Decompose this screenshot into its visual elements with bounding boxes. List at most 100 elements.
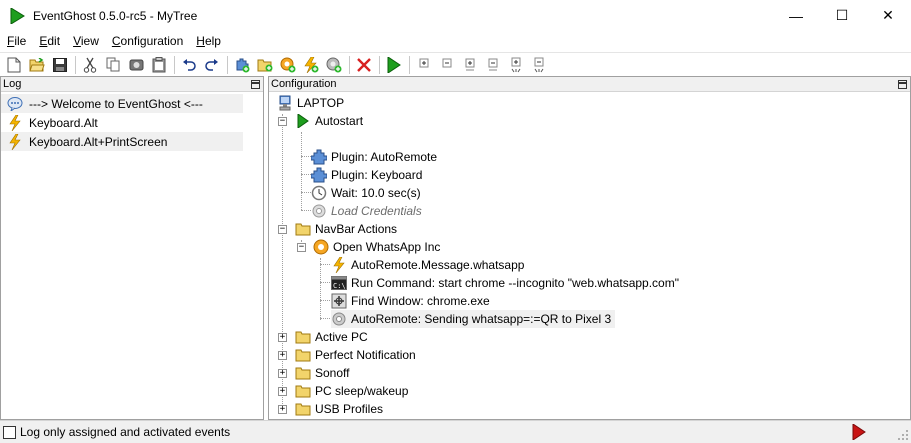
add-macro-button[interactable] [278,55,298,75]
folder-icon [295,365,311,381]
add-event-button[interactable] [301,55,321,75]
execute-button[interactable] [384,55,404,75]
add-plugin-button[interactable] [232,55,252,75]
menu-file[interactable]: File [0,34,32,48]
tree-item-autostart[interactable]: Autostart [295,112,363,130]
tree-line [301,192,311,193]
tree-line [301,132,302,210]
close-button[interactable]: ✕ [865,0,911,31]
tree-line [282,114,283,406]
expand-toggle[interactable]: + [278,369,287,378]
scissors-icon [83,57,97,73]
tree-item-active-pc[interactable]: Active PC [295,328,368,346]
tree-item-label: Perfect Notification [315,348,416,362]
configuration-panel: Configuration LAPTOP − Autostart Plugin:… [268,76,911,420]
collapse-toggle[interactable]: − [297,243,306,252]
add-folder-button[interactable] [255,55,275,75]
folder-icon [295,383,311,399]
expand-toggle[interactable]: + [278,333,287,342]
expand-toggle[interactable]: + [278,405,287,414]
expand-toggle[interactable]: + [278,387,287,396]
configuration-tree[interactable]: LAPTOP − Autostart Plugin: AutoRemote Pl… [269,92,910,418]
maximize-button[interactable]: ☐ [819,0,865,31]
python-button[interactable] [126,55,146,75]
computer-icon [277,95,293,111]
collapse-children-button[interactable] [483,55,503,75]
log-item[interactable]: ---> Welcome to EventGhost <--- [1,94,243,113]
tree-item-perfect-notification[interactable]: Perfect Notification [295,346,416,364]
title-bar[interactable]: EventGhost 0.5.0-rc5 - MyTree — ☐ ✕ [0,0,911,31]
macro-icon [313,239,329,255]
collapse-children-icon [488,58,498,70]
add-action-button[interactable] [324,55,344,75]
tree-item-open-whatsapp[interactable]: Open WhatsApp Inc [313,238,440,256]
play-icon [387,56,401,73]
log-item[interactable]: Keyboard.Alt+PrintScreen [1,132,243,151]
collapse-toggle[interactable]: − [278,117,287,126]
info-icon [7,96,23,112]
tree-line [320,300,330,301]
plugin-icon [311,167,327,183]
folder-icon [295,329,311,345]
new-file-button[interactable] [4,55,24,75]
expand-button[interactable] [414,55,434,75]
tree-item-label: Open WhatsApp Inc [333,240,441,254]
expand-all-button[interactable] [506,55,526,75]
tree-item-label: PC sleep/wakeup [315,384,409,398]
configuration-panel-title: Configuration [271,78,337,90]
svg-text:C:\: C:\ [333,282,346,290]
tree-item-autoremote-send[interactable]: AutoRemote: Sending whatsapp=:=QR to Pix… [331,310,616,328]
toolbar-separator [379,55,380,74]
tree-item-find-window[interactable]: Find Window: chrome.exe [331,292,490,310]
add-event-icon [304,56,319,73]
menu-edit[interactable]: Edit [32,34,66,48]
redo-button[interactable] [202,55,222,75]
tree-item-event-whatsapp[interactable]: AutoRemote.Message.whatsapp [331,256,524,274]
cut-button[interactable] [80,55,100,75]
tree-item-label: USB Profiles [315,402,384,416]
paste-button[interactable] [149,55,169,75]
minimize-button[interactable]: — [773,0,819,31]
tree-item-label: Autostart [315,114,364,128]
collapse-all-button[interactable] [529,55,549,75]
tree-item-wait[interactable]: Wait: 10.0 sec(s) [311,184,421,202]
save-button[interactable] [50,55,70,75]
tree-item-label: AutoRemote.Message.whatsapp [351,258,525,272]
collapse-button[interactable] [437,55,457,75]
tree-item-plugin-autoremote[interactable]: Plugin: AutoRemote [311,148,437,166]
lightning-icon [331,257,347,273]
menu-view[interactable]: View [66,34,105,48]
log-only-assigned-checkbox[interactable] [3,425,16,439]
undo-icon [183,58,196,71]
copy-button[interactable] [103,55,123,75]
tree-item-run-command[interactable]: C:\ Run Command: start chrome --incognit… [331,274,679,292]
open-button[interactable] [27,55,47,75]
tree-item-plugin-keyboard[interactable]: Plugin: Keyboard [311,166,422,184]
log-item-text: ---> Welcome to EventGhost <--- [29,96,203,111]
tree-line [301,174,311,175]
tree-item-sonoff[interactable]: Sonoff [295,364,349,382]
collapse-toggle[interactable]: − [278,225,287,234]
undo-button[interactable] [179,55,199,75]
tree-item-navbar-actions[interactable]: NavBar Actions [295,220,397,238]
panel-maximize-icon[interactable] [251,79,260,89]
log-only-assigned-label[interactable]: Log only assigned and activated events [20,425,230,439]
tree-item-usb-profiles[interactable]: USB Profiles [295,400,383,418]
log-item[interactable]: Keyboard.Alt [1,113,243,132]
tree-item-pc-sleep[interactable]: PC sleep/wakeup [295,382,408,400]
menu-configuration[interactable]: Configuration [105,34,189,48]
menu-help[interactable]: Help [189,34,227,48]
panel-maximize-icon[interactable] [898,79,907,89]
delete-button[interactable] [354,55,374,75]
terminal-icon: C:\ [331,275,347,291]
expand-children-button[interactable] [460,55,480,75]
plugin-icon [311,149,327,165]
tree-item-load-credentials[interactable]: Load Credentials [311,202,422,220]
resize-grip-icon[interactable] [897,429,909,441]
action-gear-icon [331,311,347,327]
tree-item-root[interactable]: LAPTOP [277,94,344,112]
expand-toggle[interactable]: + [278,351,287,360]
redo-icon [205,58,218,71]
tree-item-label: NavBar Actions [315,222,398,236]
tree-item-label: Plugin: Keyboard [331,168,423,182]
